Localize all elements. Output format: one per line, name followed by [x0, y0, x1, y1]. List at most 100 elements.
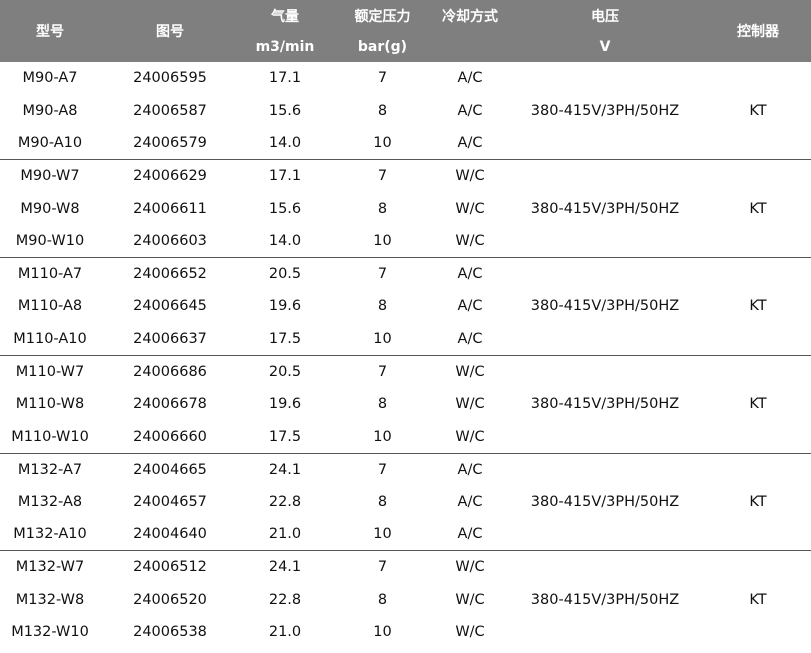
voltage-cell: 380-415V/3PH/50HZ: [505, 550, 705, 649]
model-cell: M110-W8: [15, 396, 85, 413]
table-header: 型号 图号 气量 额定压力 冷却方式 电压 控制器 m3/min bar(g) …: [0, 0, 811, 62]
drawing-no-cell: 24006678: [133, 396, 207, 413]
cooling-cell: A/C: [457, 102, 483, 119]
table-row: M90-W7 24006629 17.1 7 W/C 380-415V/3PH/50HZ K…: [0, 159, 811, 258]
drawing-no-cell: 24006660: [133, 428, 207, 445]
header-controller: 控制器: [705, 0, 811, 62]
table-row: M132-W7 24006512 24.1 7 W/C 380-415V/3PH/50HZ…: [0, 550, 811, 649]
drawing-no-cell: 24006686: [100, 354, 240, 388]
model-cell: M132-A8: [17, 494, 83, 511]
model-cell: M90-A10: [17, 135, 83, 152]
drawing-no-cell: 24006595: [133, 70, 207, 87]
cooling-cell: W/C: [435, 159, 505, 193]
airflow-cell: 15.6: [268, 200, 302, 217]
controller-cell: KT: [749, 102, 767, 119]
drawing-no-cell: 24006579: [133, 135, 207, 152]
table-row: M132-A7 24004665 24.1 7 A/C 380-415V/3PH/50HZ…: [0, 452, 811, 551]
table-body: M90-A7 24006595 17.1 7 A/C 380-415V/3PH/50HZ K…: [0, 62, 811, 649]
pressure-cell: 7: [330, 550, 435, 584]
pressure-cell: 10: [373, 135, 392, 152]
model-cell: M90-W7: [0, 159, 100, 193]
pressure-cell: 8: [377, 591, 388, 608]
cooling-cell: W/C: [435, 550, 505, 584]
model-cell: M110-W10: [11, 428, 89, 445]
pressure-cell: 7: [330, 159, 435, 193]
drawing-no-cell: 24006603: [133, 233, 207, 250]
spec-table-page: 型号 图号 气量 额定压力 冷却方式 电压 控制器 m3/min bar(g) …: [0, 0, 811, 653]
voltage-cell: 380-415V/3PH/50HZ: [505, 159, 705, 258]
compressor-spec-table: 型号 图号 气量 额定压力 冷却方式 电压 控制器 m3/min bar(g) …: [0, 0, 811, 649]
model-cell: M132-W10: [11, 624, 89, 641]
controller-cell: KT: [705, 452, 811, 551]
header-airflow-unit: m3/min: [240, 31, 330, 62]
airflow-cell: 14.0: [268, 233, 302, 250]
airflow-cell: 22.8: [268, 591, 302, 608]
header-drawing-no: 图号: [100, 0, 240, 62]
cooling-cell: A/C: [457, 330, 483, 347]
controller-cell: KT: [705, 354, 811, 454]
pressure-cell: 7: [330, 452, 435, 486]
cooling-cell: A/C: [457, 70, 483, 87]
pressure-cell: 10: [373, 428, 392, 445]
cooling-cell: A/C: [435, 452, 505, 486]
controller-cell: KT: [705, 257, 811, 356]
cooling-cell: W/C: [455, 396, 485, 413]
header-voltage-unit: V: [505, 31, 705, 62]
pressure-cell: 10: [373, 233, 392, 250]
airflow-cell: 17.1: [240, 159, 330, 193]
model-cell: M110-A8: [17, 298, 83, 315]
cooling-cell: A/C: [457, 135, 483, 152]
airflow-cell: 15.6: [268, 102, 302, 119]
drawing-no-cell: 24006645: [133, 298, 207, 315]
header-model: 型号: [0, 0, 100, 62]
cooling-cell: W/C: [435, 354, 505, 388]
model-cell: M110-A7: [0, 257, 100, 291]
pressure-cell: 10: [373, 624, 392, 641]
model-cell: M132-A7: [0, 452, 100, 486]
header-pressure-unit: bar(g): [330, 31, 435, 62]
drawing-no-cell: 24006587: [133, 102, 207, 119]
cooling-cell: W/C: [455, 233, 485, 250]
header-airflow: 气量: [240, 0, 330, 31]
cooling-cell: W/C: [455, 200, 485, 217]
cooling-cell: A/C: [435, 257, 505, 291]
header-cooling: 冷却方式: [435, 0, 505, 62]
airflow-cell: 19.6: [268, 396, 302, 413]
model-cell: M132-A10: [13, 526, 87, 543]
drawing-no-cell: 24004665: [100, 452, 240, 486]
airflow-cell: 19.6: [268, 298, 302, 315]
airflow-cell: 24.1: [240, 550, 330, 584]
drawing-no-cell: 24006652: [100, 257, 240, 291]
pressure-cell: 10: [373, 330, 392, 347]
table-row: M110-W7 24006686 20.5 7 W/C 380-415V/3PH/50HZ…: [0, 354, 811, 454]
cooling-cell: W/C: [455, 591, 485, 608]
voltage-cell: 380-415V/3PH/50HZ: [530, 102, 680, 119]
table-row: M110-A7 24006652 20.5 7 A/C 380-415V/3PH/50HZ…: [0, 257, 811, 356]
airflow-cell: 24.1: [240, 452, 330, 486]
drawing-no-cell: 24006520: [133, 591, 207, 608]
airflow-cell: 17.5: [268, 428, 302, 445]
model-cell: M90-W10: [15, 233, 85, 250]
cooling-cell: A/C: [457, 494, 483, 511]
pressure-cell: 8: [377, 298, 388, 315]
drawing-no-cell: 24006629: [100, 159, 240, 193]
cooling-cell: A/C: [457, 526, 483, 543]
pressure-cell: 8: [377, 200, 388, 217]
table-row: M90-A7 24006595 17.1 7 A/C 380-415V/3PH/50HZ K…: [0, 62, 811, 118]
model-cell: M90-W8: [20, 200, 80, 217]
airflow-cell: 20.5: [240, 257, 330, 291]
drawing-no-cell: 24006512: [100, 550, 240, 584]
drawing-no-cell: 24006611: [133, 200, 207, 217]
pressure-cell: 7: [377, 70, 388, 87]
header-voltage: 电压: [505, 0, 705, 31]
voltage-cell: 380-415V/3PH/50HZ: [505, 257, 705, 356]
drawing-no-cell: 24004640: [133, 526, 207, 543]
model-cell: M132-W8: [15, 591, 85, 608]
pressure-cell: 8: [377, 396, 388, 413]
airflow-cell: 17.5: [268, 330, 302, 347]
cooling-cell: W/C: [455, 428, 485, 445]
controller-cell: KT: [705, 159, 811, 258]
model-cell: M110-A10: [13, 330, 87, 347]
cooling-cell: W/C: [455, 624, 485, 641]
voltage-cell: 380-415V/3PH/50HZ: [505, 452, 705, 551]
